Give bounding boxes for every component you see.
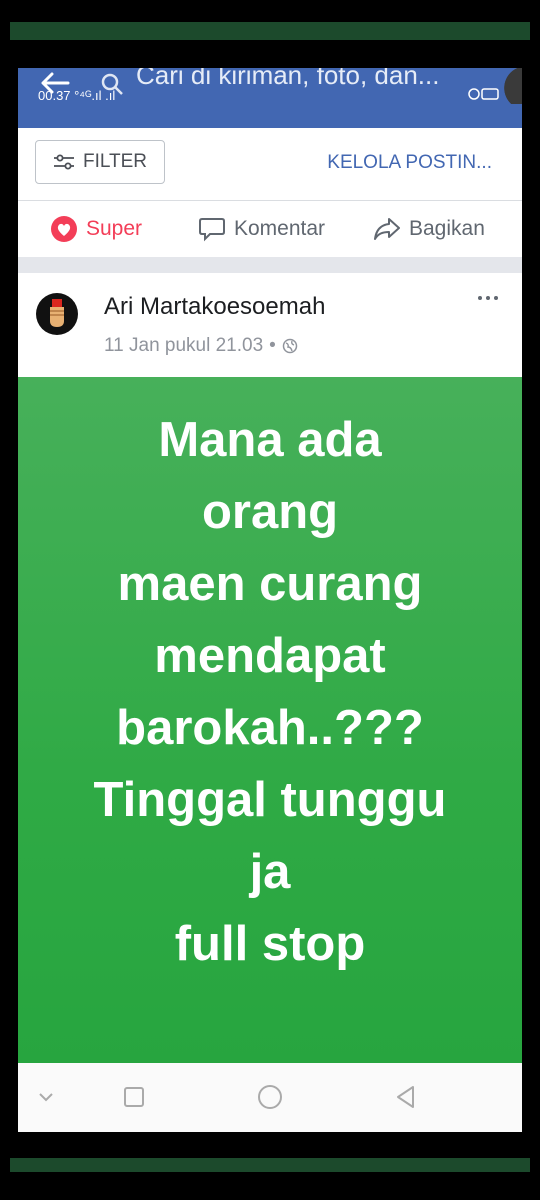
post-line: maen curang <box>117 557 423 611</box>
filter-label: FILTER <box>82 151 148 172</box>
filter-button[interactable]: FILTER <box>35 140 165 184</box>
search-input[interactable]: Cari di kiriman, foto, dan... <box>136 68 439 91</box>
system-nav-bar <box>18 1063 522 1132</box>
post-meta: 11 Jan pukul 21.03 • <box>104 335 298 357</box>
comment-button[interactable]: Komentar <box>198 201 325 257</box>
nav-recents-icon[interactable] <box>120 1083 148 1111</box>
manage-posts-link[interactable]: KELOLA POSTIN... <box>327 152 492 174</box>
post-author[interactable]: Ari Martakoesoemah <box>104 293 325 321</box>
globe-icon <box>282 338 298 354</box>
filter-sliders-icon <box>53 154 74 170</box>
screenshot-frame-bottom <box>10 1158 530 1172</box>
avatar-fist-icon <box>50 299 64 327</box>
super-reaction-button[interactable]: Super <box>50 201 142 257</box>
comment-label: Komentar <box>234 217 326 240</box>
nav-home-icon[interactable] <box>256 1083 284 1111</box>
post-line: barokah..??? <box>116 701 424 755</box>
feed-divider <box>18 257 522 273</box>
phone-screen: Cari di kiriman, foto, dan... 00.37 °⁴ᴳ.… <box>18 68 522 1132</box>
heart-icon <box>51 216 77 242</box>
battery-icon <box>468 88 499 100</box>
comment-bubble-icon <box>199 218 225 242</box>
post-timestamp[interactable]: 11 Jan pukul 21.03 <box>104 335 263 357</box>
status-time: 00.37 °⁴ᴳ.ıl .ıl <box>38 88 116 103</box>
nav-collapse-icon[interactable] <box>32 1083 60 1111</box>
avatar[interactable] <box>36 293 78 335</box>
post-header: Ari Martakoesoemah 11 Jan pukul 21.03 • <box>18 273 522 377</box>
nav-back-icon[interactable] <box>392 1083 420 1111</box>
share-arrow-icon <box>374 218 400 240</box>
more-dots-icon[interactable] <box>476 293 500 303</box>
post-line: mendapat <box>154 629 386 683</box>
share-label: Bagikan <box>409 217 485 240</box>
post-line: Mana ada <box>158 413 382 467</box>
post-line: orang <box>201 485 339 539</box>
post-text: Mana ada orang maen curang mendapat baro… <box>60 404 480 980</box>
post-text-background: Mana ada orang maen curang mendapat baro… <box>18 377 522 1063</box>
super-label: Super <box>86 217 143 240</box>
post-line: Tinggal tunggu <box>93 773 447 827</box>
edit-pen-icon <box>496 68 522 104</box>
filter-bar: FILTER KELOLA POSTIN... <box>18 128 522 201</box>
meta-separator: • <box>269 335 276 356</box>
share-button[interactable]: Bagikan <box>373 201 485 257</box>
post-line: full stop <box>174 917 366 971</box>
screenshot-frame-top <box>10 22 530 40</box>
post-line: ja <box>249 845 291 899</box>
app-bar: Cari di kiriman, foto, dan... 00.37 °⁴ᴳ.… <box>18 68 522 128</box>
action-bar: Super Komentar Bagikan <box>18 201 522 257</box>
